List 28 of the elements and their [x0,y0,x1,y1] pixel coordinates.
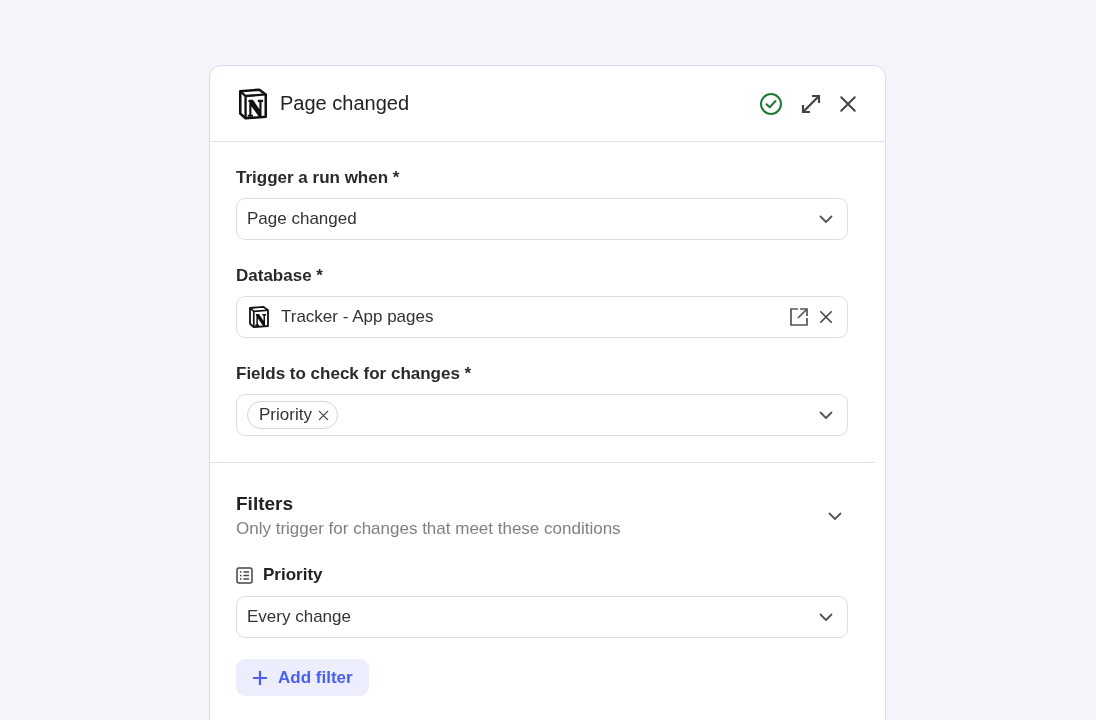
dropdown-field[interactable]: Every change [236,596,848,638]
multi-select-field[interactable]: Priority [236,394,848,436]
filter-field-label: Priority [263,565,323,585]
select-value: Page changed [247,209,358,229]
chevron-down-icon [819,612,833,622]
close-icon[interactable] [839,94,857,113]
add-filter-button[interactable]: Add filter [236,659,369,696]
database-field[interactable]: Tracker - App pages [236,296,848,338]
select-value: Every change [247,607,352,627]
dropdown-field[interactable]: Page changed [236,198,848,240]
chevron-down-icon [828,512,842,521]
check-circle-icon [759,91,783,116]
database-name: Tracker - App pages [281,307,435,327]
panel-title: Page changed [280,92,410,115]
chevron-down-icon [819,214,833,224]
field-label: Database * [236,266,324,286]
remove-tag-icon[interactable] [317,409,329,421]
open-external-icon[interactable] [789,307,809,327]
clear-icon[interactable] [819,310,833,324]
field-label: Trigger a run when * [236,168,401,188]
field-label: Fields to check for changes * [236,364,473,384]
section-title: Filters [236,493,295,515]
database-logo-icon [247,305,271,329]
plus-icon [252,669,268,686]
chevron-down-icon [819,410,833,420]
list-icon [236,566,253,584]
section-description: Only trigger for changes that meet these conditions [236,519,622,539]
notion-logo-icon [236,86,270,121]
